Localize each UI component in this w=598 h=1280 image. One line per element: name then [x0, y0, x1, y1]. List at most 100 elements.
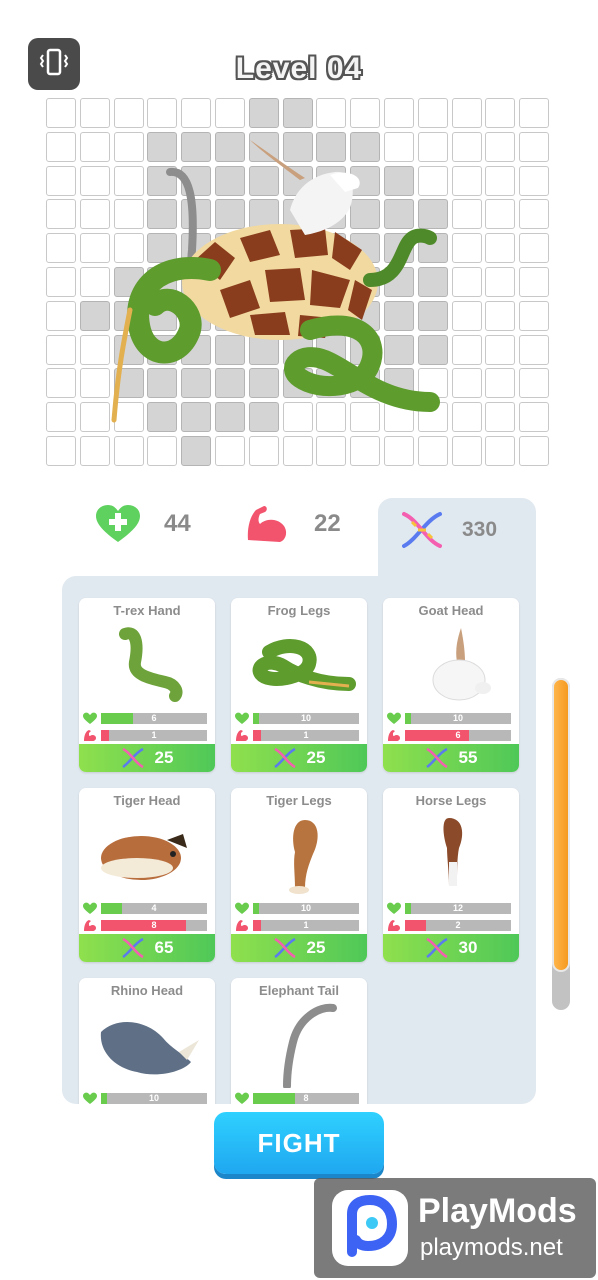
- grid-cell[interactable]: [350, 98, 381, 128]
- grid-cell[interactable]: [519, 199, 550, 230]
- grid-cell[interactable]: [451, 267, 482, 297]
- grid-cell[interactable]: [485, 267, 516, 297]
- grid-cell[interactable]: [46, 267, 76, 297]
- strength-number: 1: [151, 730, 157, 740]
- scrollbar-thumb[interactable]: [552, 678, 570, 972]
- creature-model[interactable]: [100, 130, 450, 430]
- grid-cell[interactable]: [519, 131, 550, 162]
- fight-button[interactable]: FIGHT: [214, 1112, 384, 1174]
- dna-icon: [273, 937, 296, 959]
- grid-cell[interactable]: [384, 98, 414, 128]
- grid-cell[interactable]: [46, 199, 76, 230]
- grid-cell[interactable]: [46, 165, 76, 196]
- card-rhino-head[interactable]: Rhino Head 10: [79, 978, 215, 1104]
- grid-cell[interactable]: [316, 98, 347, 128]
- grid-cell[interactable]: [46, 233, 76, 264]
- grid-cell[interactable]: [113, 436, 144, 466]
- grid-cell[interactable]: [485, 402, 516, 433]
- grid-cell[interactable]: [46, 402, 76, 433]
- grid-cell[interactable]: [485, 98, 516, 128]
- grid-cell[interactable]: [451, 402, 482, 433]
- grid-cell[interactable]: [282, 98, 313, 128]
- heart-icon: [83, 902, 97, 914]
- grid-cell[interactable]: [519, 300, 550, 331]
- grid-cell[interactable]: [519, 436, 550, 466]
- health-bar: 10: [235, 712, 359, 725]
- grid-cell[interactable]: [181, 436, 212, 466]
- grid-cell[interactable]: [282, 436, 313, 466]
- tiger-legs-image: [289, 820, 318, 894]
- grid-cell[interactable]: [147, 98, 178, 128]
- health-number: 6: [151, 713, 157, 723]
- grid-cell[interactable]: [519, 402, 550, 433]
- grid-cell[interactable]: [451, 300, 482, 331]
- grid-cell[interactable]: [46, 131, 76, 162]
- card-trex-hand[interactable]: T-rex Hand 6 1 25: [79, 598, 215, 772]
- grid-cell[interactable]: [519, 98, 550, 128]
- grid-cell[interactable]: [519, 233, 550, 264]
- grid-cell[interactable]: [113, 98, 144, 128]
- grid-cell[interactable]: [519, 267, 550, 297]
- muscle-arm-icon: [84, 730, 96, 741]
- health-number: 10: [148, 1093, 159, 1103]
- grid-cell[interactable]: [350, 436, 381, 466]
- card-title: Tiger Head: [113, 793, 181, 808]
- grid-cell[interactable]: [451, 436, 482, 466]
- dna-icon: [425, 747, 448, 769]
- grid-cell[interactable]: [485, 165, 516, 196]
- grid-cell[interactable]: [485, 131, 516, 162]
- grid-cell[interactable]: [79, 436, 110, 466]
- grid-cell[interactable]: [215, 436, 245, 466]
- grid-cell[interactable]: [215, 98, 245, 128]
- card-title: T-rex Hand: [113, 603, 181, 618]
- grid-cell[interactable]: [181, 98, 212, 128]
- cost-bar: 55: [383, 744, 519, 772]
- grid-cell[interactable]: [519, 165, 550, 196]
- grid-cell[interactable]: [451, 98, 482, 128]
- grid-cell[interactable]: [79, 98, 110, 128]
- strength-number: 8: [151, 920, 157, 930]
- muscle-arm-icon: [247, 506, 287, 542]
- grid-cell[interactable]: [485, 368, 516, 399]
- grid-cell[interactable]: [46, 300, 76, 331]
- cards-scrollbar[interactable]: [552, 678, 570, 1010]
- grid-cell[interactable]: [417, 98, 448, 128]
- card-tiger-legs[interactable]: Tiger Legs 10 1 25: [231, 788, 367, 962]
- grid-cell[interactable]: [46, 368, 76, 399]
- grid-cell[interactable]: [451, 199, 482, 230]
- card-tiger-head[interactable]: Tiger Head 4 8 65: [79, 788, 215, 962]
- grid-cell[interactable]: [451, 165, 482, 196]
- card-elephant-tail[interactable]: Elephant Tail 8: [231, 978, 367, 1104]
- grid-cell[interactable]: [485, 199, 516, 230]
- health-value: 44: [164, 510, 191, 537]
- grid-cell[interactable]: [451, 131, 482, 162]
- grid-cell[interactable]: [451, 233, 482, 264]
- grid-cell[interactable]: [519, 334, 550, 365]
- dna-tab[interactable]: 330: [378, 498, 536, 578]
- level-title: Level 04: [235, 52, 363, 85]
- grid-cell[interactable]: [485, 233, 516, 264]
- watermark-title: PlayMods: [418, 1192, 577, 1230]
- grid-cell[interactable]: [46, 436, 76, 466]
- grid-cell[interactable]: [147, 436, 178, 466]
- grid-cell[interactable]: [451, 368, 482, 399]
- strength-bar: 1: [235, 729, 359, 742]
- grid-cell[interactable]: [316, 436, 347, 466]
- card-goat-head[interactable]: Goat Head 10 6 55: [383, 598, 519, 772]
- grid-cell[interactable]: [248, 98, 279, 128]
- card-horse-legs[interactable]: Horse Legs 12 2 30: [383, 788, 519, 962]
- grid-cell[interactable]: [417, 436, 448, 466]
- grid-cell[interactable]: [485, 334, 516, 365]
- grid-cell[interactable]: [485, 300, 516, 331]
- playmods-logo-icon: [332, 1190, 408, 1266]
- grid-cell[interactable]: [46, 334, 76, 365]
- grid-cell[interactable]: [384, 436, 414, 466]
- grid-cell[interactable]: [485, 436, 516, 466]
- cost-bar: 25: [231, 934, 367, 962]
- card-frog-legs[interactable]: Frog Legs 10 1 25: [231, 598, 367, 772]
- health-number: 10: [300, 713, 311, 723]
- grid-cell[interactable]: [451, 334, 482, 365]
- grid-cell[interactable]: [519, 368, 550, 399]
- grid-cell[interactable]: [248, 436, 279, 466]
- grid-cell[interactable]: [46, 98, 76, 128]
